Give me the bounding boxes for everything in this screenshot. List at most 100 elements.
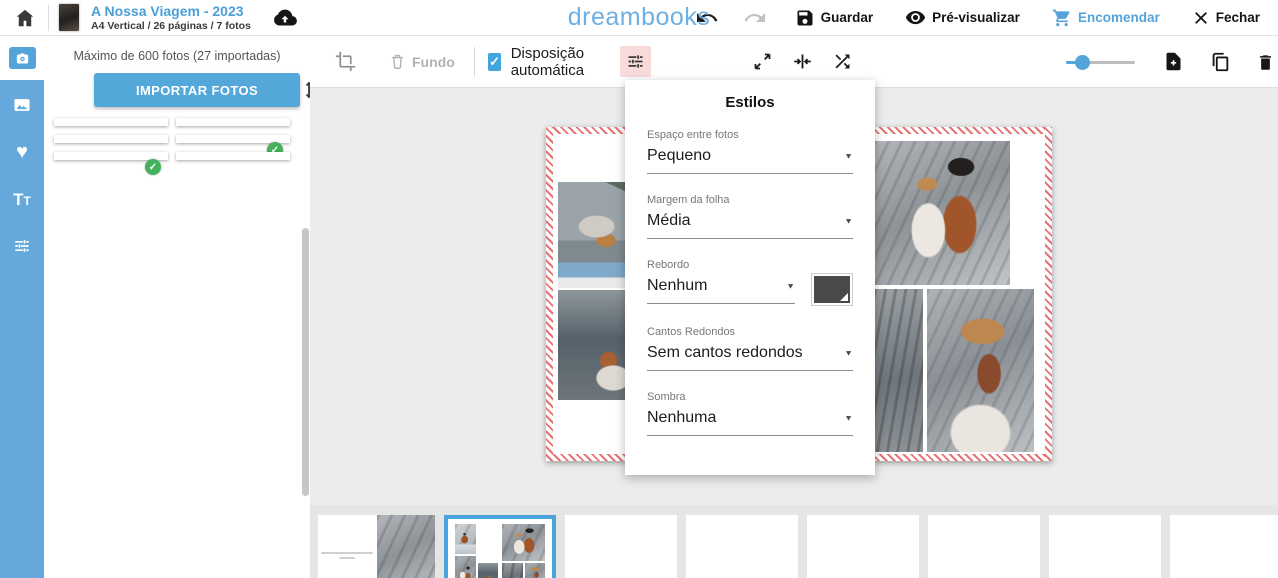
shuffle-icon xyxy=(832,51,853,72)
style-field-label: Espaço entre fotos xyxy=(647,129,853,141)
mini-photo xyxy=(478,563,499,578)
cover-title-line xyxy=(321,552,373,554)
style-field-value: Nenhum xyxy=(647,277,780,295)
page-thumbnail[interactable] xyxy=(318,515,435,578)
mini-photo xyxy=(455,556,476,578)
rail-tab-text[interactable]: TT xyxy=(0,177,44,221)
order-button[interactable]: Encomendar xyxy=(1046,7,1166,29)
page-thumbnail[interactable] xyxy=(1170,515,1278,578)
style-field-value: Média xyxy=(647,212,838,230)
import-row: IMPORTAR FOTOS xyxy=(58,73,304,107)
close-icon xyxy=(1192,9,1210,27)
panel-scrollbar-thumb[interactable] xyxy=(302,228,309,496)
rail-tab-favorites[interactable]: ♥ xyxy=(0,130,44,174)
page-thumbnail[interactable] xyxy=(565,515,677,578)
eye-icon xyxy=(905,7,926,28)
expand-photos-button[interactable] xyxy=(749,48,776,75)
style-field-main: Espaço entre fotos Pequeno ▼ xyxy=(647,129,853,174)
style-field: Rebordo Nenhum ▼ xyxy=(647,259,853,306)
preview-label: Pré-visualizar xyxy=(932,10,1020,25)
project-cover-thumbnail xyxy=(59,4,79,31)
style-field-value: Nenhuma xyxy=(647,409,838,427)
swatch-color xyxy=(814,276,850,303)
style-field-select[interactable]: Nenhum ▼ xyxy=(647,277,795,304)
photo-limit-text: Máximo de 600 fotos (27 importadas) xyxy=(44,49,310,63)
style-field-label: Sombra xyxy=(647,391,853,403)
rail-tab-photos[interactable] xyxy=(0,83,44,127)
spread-photo[interactable] xyxy=(874,141,1010,285)
library-photo[interactable] xyxy=(176,118,290,126)
library-photo[interactable] xyxy=(54,135,168,143)
rail-tab-layout-styles[interactable] xyxy=(0,224,44,268)
chevron-down-icon: ▼ xyxy=(844,152,853,161)
style-field-main: Margem da folha Média ▼ xyxy=(647,194,853,239)
chevron-down-icon: ▼ xyxy=(844,414,853,423)
style-field-value: Pequeno xyxy=(647,147,838,165)
mini-photo xyxy=(525,563,546,578)
style-field-label: Rebordo xyxy=(647,259,795,271)
top-bar-left: A Nossa Viagem - 2023 A4 Vertical / 26 p… xyxy=(12,3,299,31)
styles-popover: Estilos Espaço entre fotos Pequeno ▼ Mar… xyxy=(625,80,875,475)
spread-photo[interactable] xyxy=(927,289,1034,452)
auto-layout-checkbox[interactable]: ✓ xyxy=(488,53,500,71)
style-field-select[interactable]: Nenhuma ▼ xyxy=(647,409,853,436)
library-photo[interactable]: ✓ xyxy=(176,135,290,143)
redo-icon xyxy=(743,6,767,30)
page-thumbnail[interactable] xyxy=(444,515,556,578)
slider-thumb[interactable] xyxy=(1075,55,1090,70)
close-button[interactable]: Fechar xyxy=(1186,8,1266,28)
add-page-button[interactable] xyxy=(1160,48,1187,75)
style-field-select[interactable]: Sem cantos redondos ▼ xyxy=(647,344,853,371)
delete-page-button[interactable] xyxy=(1253,49,1278,75)
tune-icon xyxy=(12,236,32,256)
page-thumbnail[interactable] xyxy=(807,515,919,578)
library-photo[interactable] xyxy=(176,152,290,160)
top-bar-actions: Guardar Pré-visualizar Encomendar Fechar xyxy=(693,4,1266,32)
background-button[interactable]: Fundo xyxy=(385,49,458,74)
page-thumbnail[interactable] xyxy=(928,515,1040,578)
style-field-label: Cantos Redondos xyxy=(647,326,853,338)
style-field-label: Margem da folha xyxy=(647,194,853,206)
spread-photo[interactable] xyxy=(874,289,923,452)
zoom-slider[interactable] xyxy=(1066,55,1135,69)
style-field: Margem da folha Média ▼ xyxy=(647,194,853,239)
style-field-main: Sombra Nenhuma ▼ xyxy=(647,391,853,436)
sort-photos-button[interactable] xyxy=(300,76,310,104)
app-logo: dreambooks xyxy=(568,2,711,31)
redo-button[interactable] xyxy=(741,4,769,32)
page-thumbnail[interactable] xyxy=(1049,515,1161,578)
project-title: A Nossa Viagem - 2023 xyxy=(91,3,251,19)
left-rail: ♥ TT xyxy=(0,36,44,578)
trash-icon xyxy=(388,52,407,71)
style-field-select[interactable]: Pequeno ▼ xyxy=(647,147,853,174)
rail-tab-camera[interactable] xyxy=(0,36,44,80)
layout-styles-button[interactable] xyxy=(620,46,651,77)
library-photo[interactable]: ✓ xyxy=(54,152,168,160)
mini-right-page xyxy=(502,524,545,578)
save-icon xyxy=(795,8,815,28)
border-color-swatch[interactable] xyxy=(811,273,853,306)
chevron-down-icon: ▼ xyxy=(844,217,853,226)
compress-horizontal-icon xyxy=(792,51,813,72)
shuffle-layout-button[interactable] xyxy=(829,48,856,75)
library-photo[interactable] xyxy=(54,118,168,126)
chevron-down-icon: ▼ xyxy=(786,282,795,291)
photos-panel: Máximo de 600 fotos (27 importadas) IMPO… xyxy=(44,36,310,578)
mini-photo xyxy=(478,524,499,561)
project-meta: A Nossa Viagem - 2023 A4 Vertical / 26 p… xyxy=(91,3,251,31)
spread-mini-collage xyxy=(455,524,545,578)
page-thumbnail[interactable] xyxy=(686,515,798,578)
preview-button[interactable]: Pré-visualizar xyxy=(899,6,1026,29)
add-page-icon xyxy=(1163,51,1184,72)
style-field-select[interactable]: Média ▼ xyxy=(647,212,853,239)
expand-diagonal-icon xyxy=(752,51,773,72)
home-button[interactable] xyxy=(12,5,38,31)
style-field: Sombra Nenhuma ▼ xyxy=(647,391,853,436)
photo-column-2: ✓ xyxy=(176,118,290,160)
import-photos-button[interactable]: IMPORTAR FOTOS xyxy=(94,73,300,107)
compress-horizontal-button[interactable] xyxy=(789,48,816,75)
duplicate-page-button[interactable] xyxy=(1206,48,1234,76)
save-button[interactable]: Guardar xyxy=(789,7,880,29)
copy-icon xyxy=(1209,51,1231,73)
crop-button[interactable] xyxy=(332,48,359,75)
